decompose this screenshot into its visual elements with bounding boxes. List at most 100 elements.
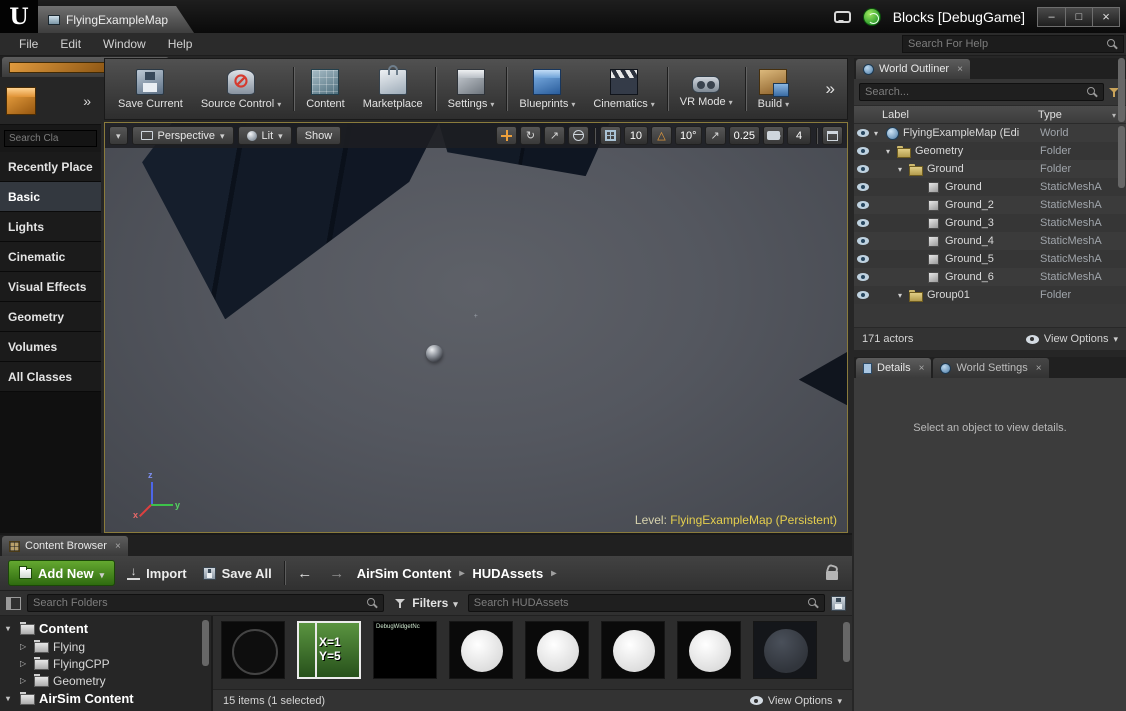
toolbar-button-marketplace[interactable]: Marketplace — [354, 62, 432, 116]
asset-white-circle-3[interactable] — [601, 621, 667, 689]
tree-arrow-icon[interactable] — [20, 676, 29, 685]
scene-sphere-actor[interactable] — [426, 345, 443, 362]
visibility-eye-icon[interactable] — [854, 201, 872, 209]
outliner-row-ground-2[interactable]: GroundFolder — [854, 160, 1126, 178]
show-button[interactable]: Show — [296, 126, 342, 145]
asset-white-circle-4[interactable] — [677, 621, 743, 689]
visibility-eye-icon[interactable] — [854, 237, 872, 245]
place-actors-cube-icon[interactable] — [6, 87, 36, 115]
tab-world-settings[interactable]: World Settings — [933, 358, 1048, 378]
minimize-button[interactable] — [1038, 8, 1065, 26]
filters-button[interactable]: Filters — [390, 596, 462, 610]
breadcrumb-item-airsim-content[interactable]: AirSim Content — [357, 566, 452, 581]
lit-button[interactable]: Lit — [238, 126, 292, 145]
close-button[interactable] — [1092, 8, 1119, 26]
outliner-row-ground-6-8[interactable]: Ground_6StaticMeshA — [854, 268, 1126, 286]
outliner-search-input[interactable] — [865, 86, 1083, 98]
outliner-row-ground-3[interactable]: GroundStaticMeshA — [854, 178, 1126, 196]
world-local-toggle-button[interactable] — [568, 126, 589, 145]
column-type[interactable]: Type — [1038, 109, 1126, 121]
sources-panel-toggle-icon[interactable] — [6, 597, 21, 610]
asset-debug-widget[interactable]: DebugWidgetNc — [373, 621, 439, 689]
breadcrumb-item-hudassets[interactable]: HUDAssets — [472, 566, 543, 581]
toolbar-button-blueprints[interactable]: Blueprints — [510, 62, 584, 116]
close-icon[interactable] — [115, 541, 121, 552]
visibility-eye-icon[interactable] — [854, 129, 872, 137]
asset-green-crosshair[interactable]: X=1Y=5 — [297, 621, 363, 689]
toolbar-button-cinematics[interactable]: Cinematics — [584, 62, 663, 116]
outliner-row-ground-3-5[interactable]: Ground_3StaticMeshA — [854, 214, 1126, 232]
grid-snap-value[interactable]: 10 — [624, 126, 648, 145]
visibility-eye-icon[interactable] — [854, 219, 872, 227]
tab-world-outliner[interactable]: World Outliner — [856, 59, 970, 79]
level-tab[interactable]: FlyingExampleMap — [38, 6, 194, 33]
asset-white-circle-2[interactable] — [525, 621, 591, 689]
tree-item-airsim-content[interactable]: AirSim Content — [0, 689, 211, 708]
chat-bubble-icon[interactable] — [834, 11, 851, 23]
tree-scrollbar[interactable] — [202, 620, 209, 666]
toolbar-overflow-button[interactable]: » — [818, 79, 843, 99]
tree-item-flying[interactable]: Flying — [0, 638, 211, 655]
expand-arrow-icon[interactable] — [898, 165, 909, 174]
toolbar-button-build[interactable]: Build — [749, 62, 798, 116]
forward-button[interactable] — [325, 562, 349, 584]
expand-arrow-icon[interactable] — [898, 291, 909, 300]
view-options-button[interactable]: View Options — [750, 695, 842, 707]
close-icon[interactable] — [1036, 363, 1042, 374]
visibility-eye-icon[interactable] — [854, 165, 872, 173]
outliner-scrollbar[interactable] — [1118, 126, 1125, 188]
toolbar-button-source-control[interactable]: Source Control — [192, 62, 290, 116]
toolbar-button-content[interactable]: Content — [297, 62, 354, 116]
perspective-button[interactable]: Perspective — [132, 126, 234, 145]
search-assets-input[interactable] — [474, 597, 804, 609]
scale-snap-value[interactable]: 0.25 — [729, 126, 760, 145]
menu-item-file[interactable]: File — [8, 34, 49, 54]
tree-item-geometry[interactable]: Geometry — [0, 672, 211, 689]
asset-black-circle[interactable] — [221, 621, 287, 689]
toolbar-button-settings[interactable]: Settings — [439, 62, 504, 116]
launcher-status-icon[interactable] — [863, 8, 881, 26]
outliner-row-geometry-1[interactable]: GeometryFolder — [854, 142, 1126, 160]
outliner-view-options-button[interactable]: View Options — [1026, 333, 1118, 345]
tree-item-content[interactable]: Content — [0, 619, 211, 638]
mode-category-cinematic[interactable]: Cinematic — [0, 242, 101, 272]
mode-category-visual-effects[interactable]: Visual Effects — [0, 272, 101, 302]
help-search-input[interactable] — [908, 38, 1103, 50]
visibility-eye-icon[interactable] — [854, 273, 872, 281]
maximize-button[interactable] — [1065, 8, 1092, 26]
mode-category-lights[interactable]: Lights — [0, 212, 101, 242]
visibility-eye-icon[interactable] — [854, 147, 872, 155]
scene-block-right[interactable] — [799, 352, 847, 405]
menu-item-window[interactable]: Window — [92, 34, 157, 54]
toolbar-button-vr-mode[interactable]: VR Mode — [671, 62, 742, 116]
asset-scrollbar[interactable] — [843, 622, 850, 662]
mode-category-recently-place[interactable]: Recently Place — [0, 152, 101, 182]
grid-snap-toggle[interactable] — [600, 126, 621, 145]
rotation-snap-value[interactable]: 10° — [675, 126, 702, 145]
column-label[interactable]: Label — [854, 109, 1038, 121]
expand-arrow-icon[interactable] — [874, 129, 885, 138]
back-button[interactable] — [293, 562, 317, 584]
scale-snap-toggle[interactable] — [705, 126, 726, 145]
menu-item-help[interactable]: Help — [157, 34, 204, 54]
move-tool-button[interactable] — [496, 126, 517, 145]
asset-white-circle-1[interactable] — [449, 621, 515, 689]
scale-tool-button[interactable] — [544, 126, 565, 145]
camera-speed-value[interactable]: 4 — [787, 126, 811, 145]
visibility-eye-icon[interactable] — [854, 183, 872, 191]
search-folders-input[interactable] — [33, 597, 363, 609]
maximize-viewport-button[interactable] — [822, 126, 843, 145]
modes-expander-button[interactable] — [79, 91, 95, 111]
rotate-tool-button[interactable] — [520, 126, 541, 145]
tab-content-browser[interactable]: Content Browser — [2, 536, 128, 556]
rotation-snap-toggle[interactable] — [651, 126, 672, 145]
mode-category-all-classes[interactable]: All Classes — [0, 362, 101, 392]
tree-arrow-icon[interactable] — [6, 694, 15, 703]
viewport-scene[interactable]: z y x Level: FlyingExampleMap (Persisten… — [105, 123, 847, 532]
tree-item-flyingcpp[interactable]: FlyingCPP — [0, 655, 211, 672]
outliner-row-flyingexamplemap-edi-0[interactable]: FlyingExampleMap (EdiWorld — [854, 124, 1126, 142]
menu-item-edit[interactable]: Edit — [49, 34, 92, 54]
visibility-eye-icon[interactable] — [854, 291, 872, 299]
expand-arrow-icon[interactable] — [886, 147, 897, 156]
close-icon[interactable] — [919, 363, 925, 374]
